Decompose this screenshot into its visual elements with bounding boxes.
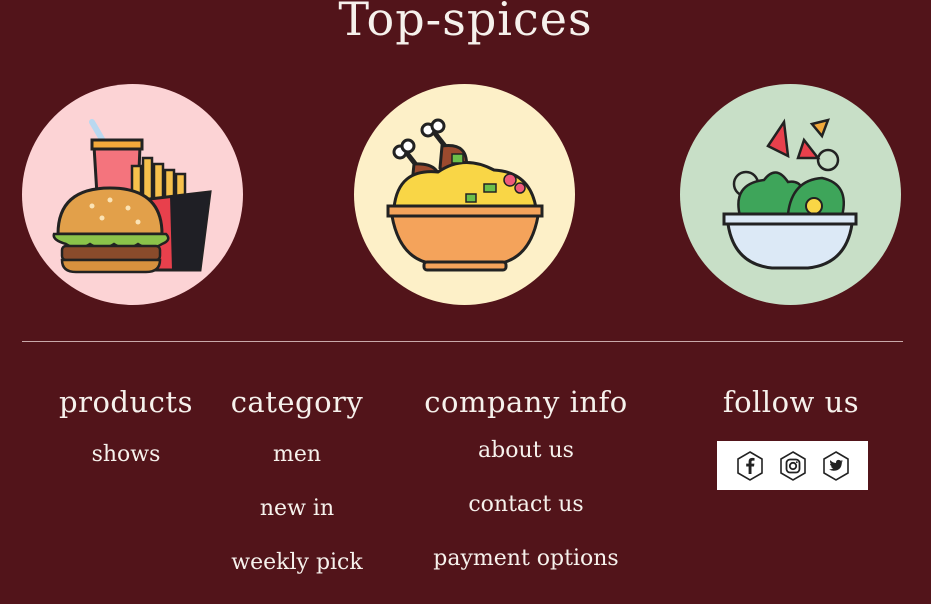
link-men[interactable]: men bbox=[222, 428, 372, 482]
link-shows[interactable]: shows bbox=[50, 428, 202, 482]
footer-column-category: category men new in weekly pick bbox=[222, 380, 372, 590]
products-heading: products bbox=[59, 385, 193, 419]
follow-us-heading: follow us bbox=[722, 385, 860, 419]
link-contact-us[interactable]: contact us bbox=[415, 478, 637, 532]
instagram-icon[interactable] bbox=[777, 450, 809, 482]
link-payment-options[interactable]: payment options bbox=[415, 532, 637, 586]
footer-column-products: products shows bbox=[50, 380, 202, 482]
featured-rice-bowl[interactable] bbox=[354, 84, 575, 305]
section-divider bbox=[22, 341, 903, 342]
category-heading: category bbox=[230, 385, 364, 419]
link-new-in[interactable]: new in bbox=[222, 482, 372, 536]
footer-column-company-info: company info about us contact us payment… bbox=[415, 380, 637, 586]
site-title: Top-spices bbox=[338, 0, 593, 46]
social-links bbox=[717, 441, 868, 490]
twitter-icon[interactable] bbox=[820, 450, 852, 482]
footer-column-follow-us: follow us bbox=[700, 380, 882, 424]
burger-fries-soda-icon bbox=[52, 119, 212, 274]
company-info-heading: company info bbox=[424, 385, 628, 419]
link-weekly-pick[interactable]: weekly pick bbox=[222, 536, 372, 590]
chicken-rice-bowl-icon bbox=[386, 118, 544, 272]
featured-salad[interactable] bbox=[680, 84, 901, 305]
link-about-us[interactable]: about us bbox=[415, 424, 637, 478]
featured-fast-food[interactable] bbox=[22, 84, 243, 305]
salad-bowl-icon bbox=[722, 118, 858, 270]
facebook-icon[interactable] bbox=[734, 450, 766, 482]
